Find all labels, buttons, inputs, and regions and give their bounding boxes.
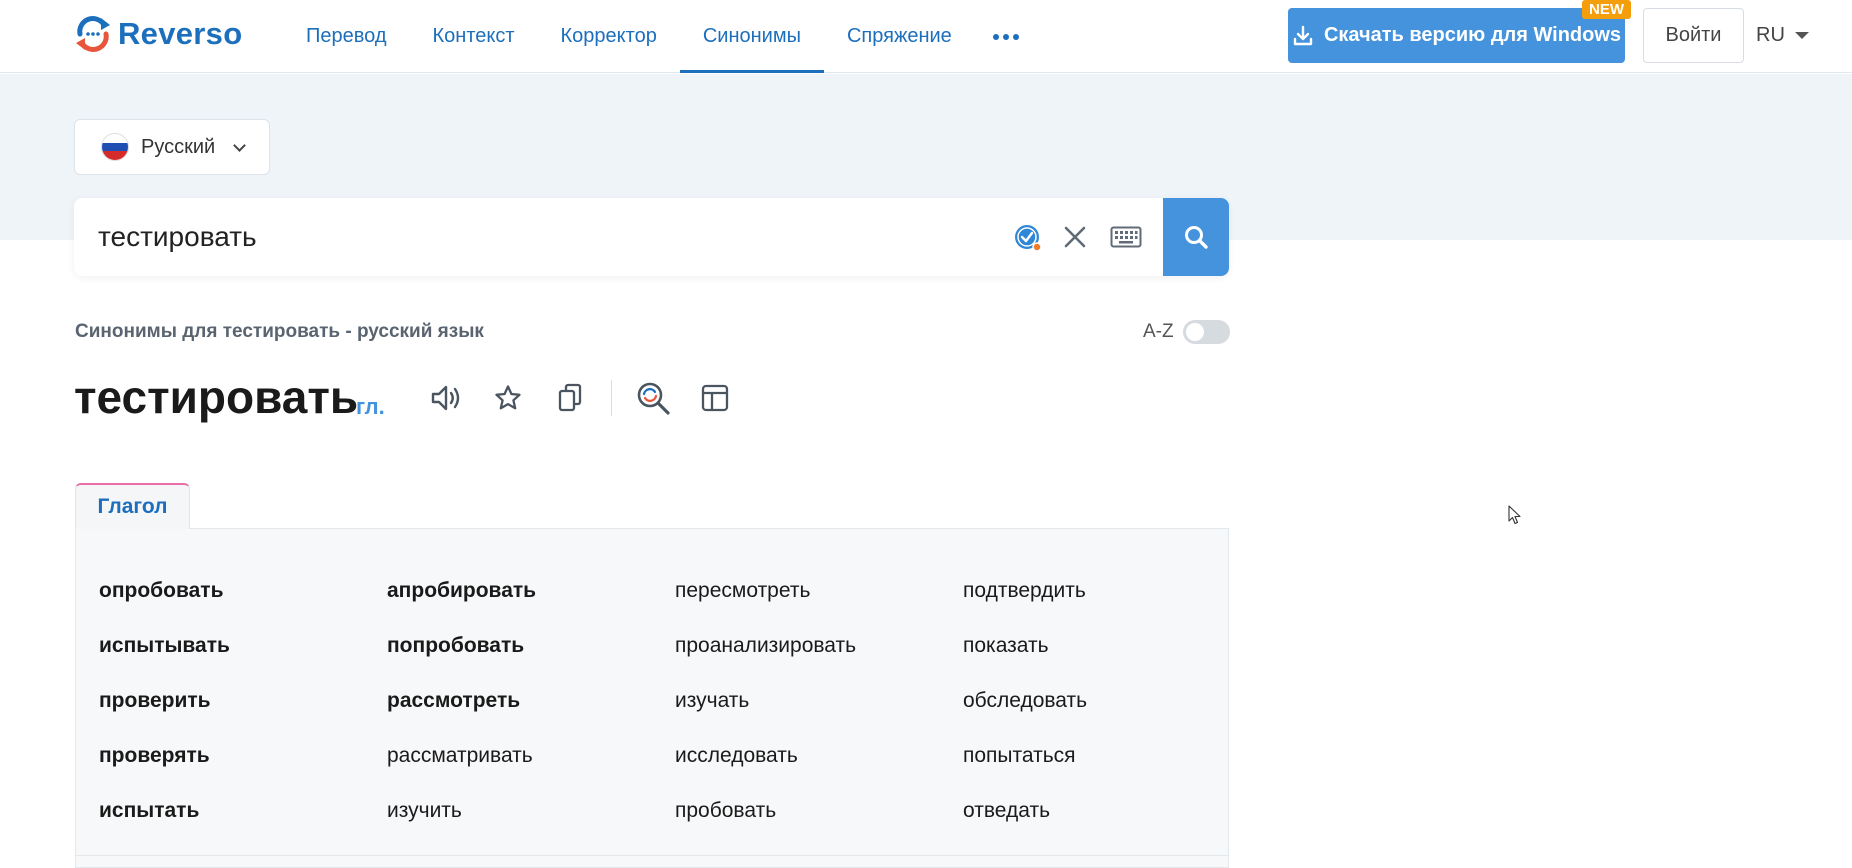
synonym-item[interactable]: исследовать (675, 728, 963, 783)
nav-corrector[interactable]: Корректор (538, 0, 680, 73)
tab-verb[interactable]: Глагол (75, 483, 190, 529)
tools-divider (611, 380, 612, 416)
keyboard-icon (1110, 226, 1142, 248)
results-subtitle: Синонимы для тестировать - русский язык (75, 321, 484, 342)
synonym-item[interactable]: апробировать (387, 563, 675, 618)
chevron-down-icon (233, 138, 247, 152)
nav-conjugation[interactable]: Спряжение (824, 0, 975, 73)
clear-button[interactable] (1060, 222, 1090, 252)
synonym-item[interactable]: обследовать (963, 673, 1251, 728)
synonym-item[interactable]: испытать (99, 783, 387, 838)
virtual-keyboard-button[interactable] (1108, 222, 1144, 252)
ui-language-selector[interactable]: RU (1756, 20, 1809, 50)
favorite-button[interactable] (477, 376, 539, 420)
download-label: Скачать версию для Windows (1323, 24, 1622, 46)
synonym-item[interactable]: пересмотреть (675, 563, 963, 618)
reverso-logo-icon (76, 16, 110, 52)
synonym-item[interactable]: проверять (99, 728, 387, 783)
copy-button[interactable] (539, 376, 601, 420)
synonym-item[interactable]: пробовать (675, 783, 963, 838)
headword: тестировать (74, 371, 359, 423)
conjugation-table-icon (701, 384, 729, 412)
az-sort-label: A-Z (1143, 321, 1174, 342)
search-icon (1185, 226, 1208, 249)
search-input[interactable] (98, 198, 978, 276)
main-nav: Перевод Контекст Корректор Синонимы Спря… (283, 0, 1037, 73)
context-search-button[interactable] (622, 376, 684, 420)
mouse-cursor-icon (1508, 505, 1521, 525)
search-box (74, 198, 1229, 276)
part-of-speech: гл. (356, 394, 385, 419)
source-language-dropdown[interactable]: Русский (74, 119, 270, 175)
russia-flag-icon (101, 133, 129, 161)
copy-icon (558, 383, 582, 412)
speaker-icon (431, 385, 460, 411)
synonym-item[interactable]: испытывать (99, 618, 387, 673)
synonym-item[interactable]: изучить (387, 783, 675, 838)
synonyms-card: опробовать апробировать пересмотреть подтве… (75, 528, 1229, 868)
download-icon (1293, 25, 1313, 45)
headword-tools (415, 376, 746, 420)
login-button[interactable]: Войти (1643, 8, 1744, 63)
synonym-item[interactable]: рассмотреть (387, 673, 675, 728)
search-button[interactable] (1163, 198, 1229, 276)
synonym-item[interactable]: опробовать (99, 563, 387, 618)
card-divider (76, 855, 1228, 867)
context-search-icon (637, 382, 670, 415)
reverso-logo[interactable]: Reverso (74, 15, 242, 53)
spellcheck-button[interactable] (1012, 222, 1044, 254)
synonym-item[interactable]: изучать (675, 673, 963, 728)
synonyms-grid: опробовать апробировать пересмотреть подтве… (99, 563, 1251, 838)
nav-more-button[interactable] (975, 0, 1037, 73)
star-icon (495, 385, 521, 410)
synonym-item[interactable]: попробовать (387, 618, 675, 673)
source-language-label: Русский (141, 135, 216, 158)
synonym-item[interactable]: проанализировать (675, 618, 963, 673)
spellcheck-icon (1015, 225, 1042, 252)
ui-language-label: RU (1756, 23, 1785, 46)
more-dots-icon (992, 33, 1019, 40)
pronounce-button[interactable] (415, 376, 477, 420)
synonym-item[interactable]: показать (963, 618, 1251, 673)
nav-translation[interactable]: Перевод (283, 0, 410, 73)
clear-icon (1064, 226, 1086, 248)
conjugation-button[interactable] (684, 376, 746, 420)
logo-text: Reverso (118, 16, 243, 51)
top-header: Reverso Перевод Контекст Корректор Синон… (0, 0, 1852, 73)
new-badge: NEW (1582, 0, 1631, 19)
caret-down-icon (1794, 31, 1809, 39)
nav-synonyms[interactable]: Синонимы (679, 0, 825, 73)
download-windows-button[interactable]: Скачать версию для Windows NEW (1288, 0, 1631, 63)
az-sort-toggle[interactable] (1183, 320, 1230, 344)
synonym-item[interactable]: попытаться (963, 728, 1251, 783)
synonym-item[interactable]: отведать (963, 783, 1251, 838)
synonym-item[interactable]: подтвердить (963, 563, 1251, 618)
synonym-item[interactable]: проверить (99, 673, 387, 728)
synonym-item[interactable]: рассматривать (387, 728, 675, 783)
nav-context[interactable]: Контекст (410, 0, 538, 73)
